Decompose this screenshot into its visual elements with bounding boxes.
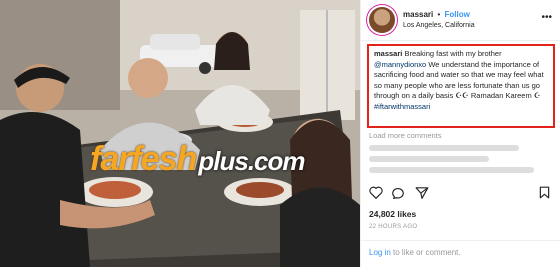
caption-text-1: Breaking fast with my brother — [404, 49, 502, 58]
post-timestamp: 22 HOURS AGO — [369, 224, 418, 230]
location-link[interactable]: Los Angeles, California — [403, 20, 475, 31]
more-horizontal-icon[interactable]: ••• — [541, 12, 552, 23]
post-side-panel: massari • Follow Los Angeles, California… — [360, 0, 560, 267]
caption-highlight-box: massari Breaking fast with my brother @m… — [367, 44, 555, 128]
comment-icon[interactable] — [392, 186, 406, 199]
watermark-main-text: farfesh — [90, 140, 197, 178]
login-link[interactable]: Log in — [369, 248, 391, 257]
caption-mention[interactable]: @mannydionxo — [374, 60, 426, 69]
bookmark-icon[interactable] — [539, 186, 550, 204]
dinner-scene-image — [0, 0, 360, 267]
action-bar — [369, 186, 429, 199]
footer-text: to like or comment. — [393, 248, 461, 257]
likes-count[interactable]: 24,802 likes — [369, 209, 416, 219]
caption-hashtag[interactable]: #iftarwithmassari — [374, 102, 430, 111]
share-icon[interactable] — [415, 186, 429, 199]
load-more-comments-button[interactable]: Load more comments — [369, 131, 442, 140]
login-footer: Log in to like or comment. — [361, 240, 560, 267]
header-username[interactable]: massari — [403, 10, 433, 19]
blurred-comment — [369, 156, 489, 162]
caption-emoji: ☪☪ — [455, 91, 469, 100]
heart-icon[interactable] — [369, 186, 383, 199]
post-header: massari • Follow Los Angeles, California… — [361, 0, 560, 41]
avatar[interactable] — [369, 7, 395, 33]
header-separator: • — [437, 10, 441, 19]
header-text: massari • Follow Los Angeles, California — [403, 9, 475, 31]
caption-emoji2: ☪ — [533, 91, 541, 100]
watermark-suffix-text: plus.com — [198, 146, 305, 176]
follow-button[interactable]: Follow — [445, 10, 470, 19]
caption-username[interactable]: massari — [374, 49, 402, 58]
blurred-comment — [369, 145, 519, 151]
instagram-post: farfeshplus.com massari • Follow Los Ang… — [0, 0, 560, 267]
watermark: farfeshplus.com — [90, 140, 306, 179]
blurred-comment — [369, 167, 534, 173]
post-photo[interactable]: farfeshplus.com — [0, 0, 360, 267]
caption-text-3: Ramadan Kareem — [470, 91, 532, 100]
